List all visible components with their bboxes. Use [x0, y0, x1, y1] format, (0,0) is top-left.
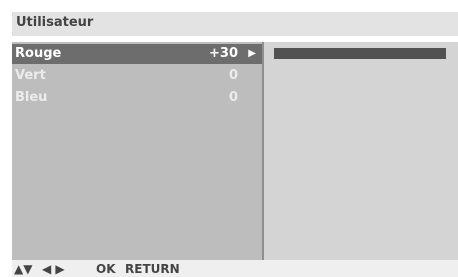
ok-hint: OK [96, 262, 116, 276]
left-right-arrows-icon: ◀ ▶ [42, 262, 65, 276]
return-hint: RETURN [125, 262, 180, 276]
settings-list: Rouge +30 ▶ Vert 0 Bleu 0 [12, 42, 262, 260]
menu-item-label: Vert [15, 68, 46, 83]
arrow-right-icon: ▶ [248, 48, 256, 59]
osd-screen: Utilisateur Rouge +30 ▶ Vert 0 Bleu 0 ▲▼… [12, 12, 458, 277]
page-title: Utilisateur [16, 15, 94, 30]
menu-item-label: Rouge [15, 46, 62, 61]
menu-item-value: 0 [228, 68, 238, 83]
menu-item-vert[interactable]: Vert 0 [12, 66, 262, 86]
footer-hints: ▲▼ ◀ ▶ OK RETURN [12, 260, 458, 277]
menu-item-bleu[interactable]: Bleu 0 [12, 88, 262, 108]
up-down-arrows-icon: ▲▼ [14, 262, 33, 276]
menu-item-value: 0 [228, 90, 238, 105]
menu-item-value: +30 [209, 46, 238, 61]
menu-item-label: Bleu [15, 90, 48, 105]
title-bar: Utilisateur [12, 12, 458, 36]
adjust-panel [264, 42, 458, 260]
level-slider-bar[interactable] [274, 48, 446, 59]
menu-item-rouge[interactable]: Rouge +30 ▶ [12, 44, 262, 64]
